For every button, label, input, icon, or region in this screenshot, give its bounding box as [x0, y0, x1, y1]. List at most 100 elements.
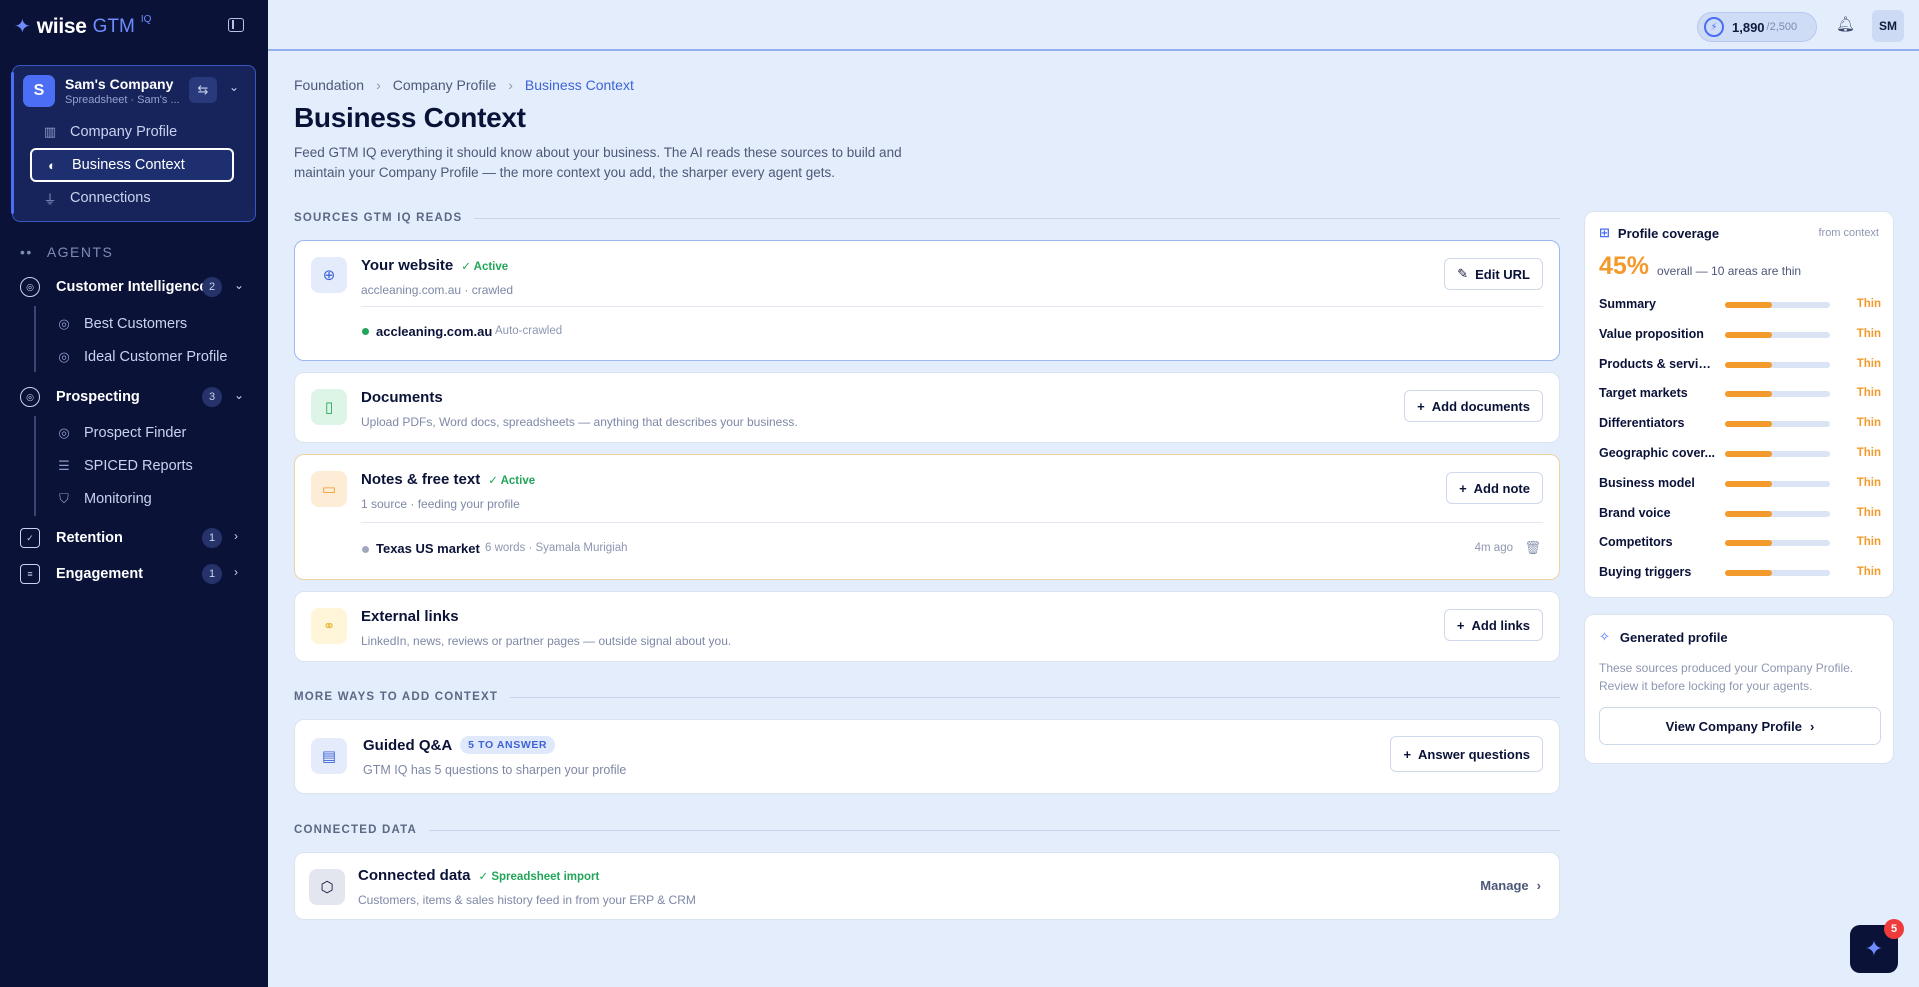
- qa-count-badge: 5 TO ANSWER: [460, 736, 556, 754]
- coverage-area-label: Buying triggers: [1599, 565, 1692, 580]
- group-count-badge: 2: [202, 277, 222, 297]
- coverage-bar-fill: [1725, 540, 1773, 547]
- coverage-area-label: Business model: [1599, 475, 1695, 490]
- drag-dots-icon: ••: [20, 244, 33, 260]
- trash-icon[interactable]: 🗑︎: [1524, 540, 1541, 556]
- add-documents-button[interactable]: + Add documents: [1404, 390, 1543, 422]
- status-text: Active: [473, 260, 509, 273]
- edit-url-button[interactable]: ✎ Edit URL: [1444, 258, 1543, 290]
- nav-business-context[interactable]: ◐ Business Context: [30, 148, 234, 182]
- coverage-percent: 45%: [1599, 252, 1650, 280]
- chat-bubble-icon: ▭: [311, 471, 347, 507]
- top-bar: [268, 0, 1919, 51]
- divider: [361, 522, 1543, 523]
- agent-monitoring[interactable]: ⛉ Monitoring: [56, 486, 152, 512]
- tree-line: [34, 306, 36, 372]
- status-badge: ✓ Spreadsheet import: [478, 870, 600, 883]
- view-company-profile-button[interactable]: View Company Profile ›: [1599, 707, 1881, 745]
- coverage-bar: [1725, 302, 1830, 308]
- button-label: Add links: [1471, 617, 1530, 633]
- company-accent-bar: [11, 72, 14, 214]
- status-dot: [362, 328, 369, 335]
- assistant-launcher[interactable]: ✦ 5: [1850, 919, 1904, 973]
- card-title: Documents: [361, 389, 443, 406]
- company-avatar: S: [23, 75, 55, 107]
- chevron-down-icon[interactable]: ⌄: [229, 80, 239, 94]
- group-engagement[interactable]: ≡ Engagement 1 ›: [20, 560, 256, 588]
- switch-company-icon[interactable]: ⇆: [189, 77, 217, 103]
- coverage-title: ⊞ Profile coverage: [1599, 225, 1719, 241]
- target-icon: ◎: [20, 277, 40, 297]
- qa-title: Guided Q&A: [363, 736, 453, 754]
- group-prospecting[interactable]: ◎ Prospecting 3 ⌄: [20, 383, 256, 411]
- nav-label: Connections: [70, 190, 151, 206]
- nav-company-profile[interactable]: ▥ Company Profile: [30, 115, 234, 149]
- coverage-status: Thin: [1856, 566, 1881, 579]
- section-more-label: MORE WAYS TO ADD CONTEXT: [294, 691, 1560, 703]
- nav-connections[interactable]: ⏚ Connections: [30, 181, 234, 215]
- group-label: Retention: [56, 530, 123, 546]
- section-connected-label: CONNECTED DATA: [294, 824, 1560, 836]
- agent-best-customers[interactable]: ◎ Best Customers: [56, 311, 187, 337]
- group-label: Prospecting: [56, 389, 140, 405]
- coverage-row: Buying triggers Thin: [1599, 564, 1881, 582]
- brand-logo[interactable]: ✦ wiise GTM IQ: [14, 14, 151, 39]
- chevron-right-icon[interactable]: ›: [234, 529, 238, 543]
- note-meta: 6 words · Syamala Murigiah: [485, 542, 628, 554]
- group-customer-intelligence[interactable]: ◎ Customer Intelligence 2 ⌄: [20, 273, 256, 301]
- coverage-row: Products & servic... Thin: [1599, 356, 1881, 374]
- status-badge: ✓ Active: [488, 474, 536, 487]
- sparkle-icon: ✧: [1599, 629, 1610, 644]
- chevron-right-icon: ›: [1809, 718, 1815, 734]
- guided-qa-card: ▤ Guided Q&A 5 TO ANSWER GTM IQ has 5 qu…: [294, 719, 1560, 794]
- agent-prospect-finder[interactable]: ◎ Prospect Finder: [56, 420, 186, 446]
- generated-description: These sources produced your Company Prof…: [1599, 661, 1854, 693]
- credits-value: 1,890: [1732, 19, 1765, 35]
- breadcrumb-current: Business Context: [524, 77, 634, 93]
- answer-questions-button[interactable]: + Answer questions: [1390, 736, 1543, 772]
- plug-icon: ⏚: [43, 191, 57, 207]
- coverage-bar: [1725, 331, 1830, 338]
- coverage-bar-fill: [1725, 331, 1773, 338]
- plus-icon: +: [1456, 617, 1465, 633]
- breadcrumb-company-profile[interactable]: Company Profile: [393, 77, 497, 93]
- add-note-button[interactable]: + Add note: [1446, 472, 1543, 504]
- coverage-bar-fill: [1725, 361, 1773, 368]
- brand-mark-icon: ✦: [14, 16, 31, 38]
- button-label: Add documents: [1431, 398, 1530, 414]
- coverage-area-label: Brand voice: [1599, 505, 1671, 520]
- button-label: View Company Profile: [1665, 718, 1802, 734]
- status-text: Active: [500, 474, 536, 487]
- coverage-area-label: Target markets: [1599, 386, 1688, 401]
- target-icon: ◎: [58, 316, 70, 331]
- sidebar-toggle-icon[interactable]: [228, 18, 244, 32]
- credits-meter[interactable]: ⚡ 1,890 /2,500: [1697, 12, 1817, 42]
- status-text: Spreadsheet import: [491, 870, 600, 883]
- connected-title: Connected data: [358, 867, 471, 884]
- coverage-status: Thin: [1856, 506, 1881, 519]
- note-title[interactable]: Texas US market: [376, 541, 480, 556]
- bell-icon[interactable]: 🔔︎: [1836, 15, 1855, 33]
- cube-icon: ⬡: [309, 869, 345, 905]
- agent-spiced-reports[interactable]: ☰ SPICED Reports: [56, 453, 193, 479]
- card-title: Notes & free text ✓ Active: [361, 471, 535, 488]
- website-title: Your website: [361, 257, 454, 274]
- coverage-status: Thin: [1856, 357, 1881, 370]
- add-links-button[interactable]: + Add links: [1443, 609, 1543, 641]
- chevron-down-icon[interactable]: ⌄: [234, 388, 244, 402]
- coverage-row: Competitors Thin: [1599, 534, 1881, 552]
- coverage-bar: [1725, 361, 1830, 368]
- group-count-badge: 3: [202, 387, 222, 407]
- group-retention[interactable]: ✓ Retention 1 ›: [20, 524, 256, 552]
- bolt-icon: ⚡: [1704, 17, 1724, 37]
- coverage-status: Thin: [1856, 298, 1881, 310]
- chevron-right-icon: ›: [508, 77, 513, 93]
- manage-link[interactable]: Manage ›: [1480, 878, 1541, 893]
- coverage-status: Thin: [1856, 536, 1881, 549]
- button-label: Edit URL: [1475, 266, 1530, 282]
- user-avatar[interactable]: SM: [1872, 10, 1904, 42]
- breadcrumb-foundation[interactable]: Foundation: [294, 77, 364, 93]
- agent-ideal-customer-profile[interactable]: ◎ Ideal Customer Profile: [56, 344, 227, 370]
- chevron-right-icon[interactable]: ›: [234, 565, 238, 579]
- chevron-down-icon[interactable]: ⌄: [234, 278, 244, 292]
